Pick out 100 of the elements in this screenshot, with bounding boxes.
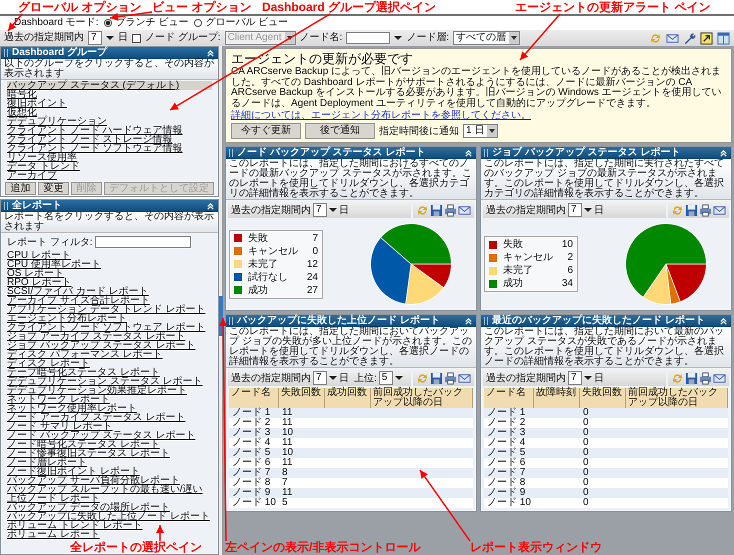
panel-title: 全レポート (12, 200, 63, 211)
collapse-icon[interactable] (464, 148, 473, 158)
pie-slice[interactable] (625, 223, 707, 298)
mail-icon[interactable] (458, 372, 471, 384)
export-icon[interactable] (700, 32, 713, 44)
report-description: このレポートには、指定した期間において最新のバックアップ ステータスが失敗であるノードが示されます。このレポートを使用してドリルダウンし、各選択ノードの詳細情報を表示することができます。 (481, 327, 731, 368)
report-link[interactable]: ボリューム トレンド レポート (7, 521, 143, 530)
legend-label: 成功 (503, 278, 524, 289)
pane-description: 以下のグループをクリックすると、その内容が表示されます (1, 59, 218, 80)
callout-label: 左ペインの表示/非表示コントロール (225, 540, 420, 555)
table-cell-text: 0 (582, 478, 590, 488)
pie-slice[interactable] (380, 223, 452, 264)
table-cell-text: 11 (281, 488, 294, 498)
period-dropdown[interactable]: 7 (568, 203, 582, 217)
node-name-field[interactable] (346, 32, 390, 44)
save-icon[interactable] (685, 372, 698, 384)
legend-value: 24 (306, 272, 318, 282)
radio-button[interactable] (194, 19, 202, 27)
callout-label: エージェントの更新アラート ペイン (515, 0, 710, 15)
report-link[interactable]: ディスク レポート (7, 359, 90, 368)
period-label: 過去の指定期間内 (231, 204, 311, 217)
print-icon[interactable] (444, 372, 457, 384)
period-dropdown[interactable]: 7 (313, 371, 327, 385)
report-link[interactable]: アプリケーション データ トレンド レポート (7, 305, 206, 314)
table-cell-text: ノード 8 (231, 478, 272, 488)
callout-label: ビュー オプション (152, 0, 252, 15)
report-link[interactable]: デデュプリケーション ステータス レポート (7, 377, 203, 386)
mail-icon[interactable] (713, 204, 726, 216)
report-link[interactable]: ネットワーク レポート (7, 395, 110, 404)
top-dropdown[interactable]: 5 (378, 371, 393, 385)
report-link[interactable]: SCSI/ファイバ カード レポート (7, 287, 149, 296)
table-cell-text: ノード 7 (231, 468, 272, 478)
notify-label: 指定時間後に通知 (379, 124, 459, 138)
mail-icon[interactable] (713, 372, 726, 384)
save-icon[interactable] (430, 372, 443, 384)
report-link[interactable]: ボリューム レポート (7, 530, 100, 539)
pane-button[interactable]: 変更 (38, 182, 69, 195)
pie-slice[interactable] (370, 237, 412, 304)
report-link[interactable]: ディスク パフォーマンス レポート (7, 350, 163, 359)
layout-icon[interactable] (717, 32, 730, 44)
table-cell-text: 0 (582, 488, 590, 498)
group-link[interactable]: バックアップ ステータス (デフォルト) (7, 81, 212, 90)
report-description: このレポートには、指定した期間に実行されたすべてのバックアップ ジョブの最新ステータスが示されます。このレポートを使用してドリルダウンし、各選択カテゴリの詳細情報を表示することができます。 (481, 159, 731, 200)
wrench-icon[interactable] (683, 32, 696, 44)
report-link[interactable]: RPO レポート (7, 278, 72, 287)
legend-label: 未完了 (248, 258, 279, 270)
collapse-icon[interactable] (719, 148, 728, 158)
top-label: 上位: (354, 372, 377, 385)
filter-field[interactable] (94, 236, 191, 248)
report-link[interactable]: バックアップ データの場所レポート (7, 503, 170, 512)
print-icon[interactable] (444, 204, 457, 216)
report-link[interactable]: ノード バックアップ ステータス レポート (7, 431, 196, 440)
report-link[interactable]: クライアント ノード ソフトウェア レポート (7, 323, 206, 332)
caret-icon (106, 35, 114, 41)
legend-value: 10 (560, 239, 573, 250)
period-label: 過去の指定期間内 (4, 32, 84, 44)
period-dropdown[interactable]: 7 (88, 31, 102, 45)
radio-button[interactable] (104, 19, 112, 27)
pane-button[interactable]: 追加 (5, 182, 36, 195)
group-link[interactable]: クライアント ノード ハードウェア情報 (7, 126, 212, 135)
group-link[interactable]: データ トレンド (7, 162, 212, 171)
node-tier-dropdown[interactable]: すべての層 (453, 31, 520, 45)
period-dropdown[interactable]: 7 (568, 371, 582, 385)
alert-button[interactable]: 今すぐ更新 (231, 123, 301, 139)
print-icon[interactable] (699, 372, 712, 384)
legend-value: 2 (566, 252, 573, 263)
collapse-icon[interactable] (206, 48, 215, 58)
report-link[interactable]: OS レポート (7, 269, 64, 278)
period-dropdown[interactable]: 7 (313, 203, 327, 217)
save-icon[interactable] (685, 204, 698, 216)
group-link[interactable]: デデュプリケーション (7, 117, 212, 126)
mail-icon[interactable] (458, 204, 471, 216)
group-link[interactable]: クライアント ノード ソフトウェア情報 (7, 144, 212, 153)
table-cell-text: ノード 9 (231, 488, 272, 498)
table-cell-text: 11 (281, 458, 294, 468)
panel-title: 最近のバックアップに失敗したノード レポート (492, 315, 706, 326)
collapse-icon[interactable] (464, 316, 473, 326)
collapse-icon[interactable] (719, 316, 728, 326)
report-description: このレポートには、指定した期間におけるすべてのノードの最新バックアップ ステータスが示されます。このレポートを使用してドリルダウンし、各選択カテゴリの詳細情報を表示することができます。 (226, 159, 476, 200)
pie-slice[interactable] (405, 264, 444, 305)
collapse-icon[interactable] (206, 202, 215, 210)
report-link[interactable]: 詳細については、エージェント分布レポートを参照してください。 (231, 110, 531, 121)
pane-toggle-handle[interactable] (219, 296, 223, 336)
radio-label[interactable]: グローバル ビュー (205, 17, 288, 29)
print-icon[interactable] (699, 204, 712, 216)
callout-label: 全レポートの選択ペイン (70, 540, 202, 555)
legend-label: キャンセル (248, 246, 298, 256)
notify-dropdown[interactable]: 1 日 (463, 124, 498, 138)
panel-title: Dashboard グループ (12, 47, 108, 58)
legend-value: 27 (306, 284, 318, 296)
mode-label: Dashboard モード: (14, 17, 98, 29)
pie-slice[interactable] (666, 264, 707, 302)
save-icon[interactable] (430, 204, 443, 216)
unit-label: 日 (339, 204, 349, 217)
pie-slice[interactable] (642, 264, 672, 305)
report-link[interactable]: ノード サマリ レポート (7, 422, 113, 431)
report-link[interactable]: CPU レポート (7, 251, 71, 260)
mail-icon[interactable] (666, 32, 679, 44)
alert-button[interactable]: 後で通知 (305, 123, 375, 139)
table-cell-text: 0 (582, 418, 590, 428)
